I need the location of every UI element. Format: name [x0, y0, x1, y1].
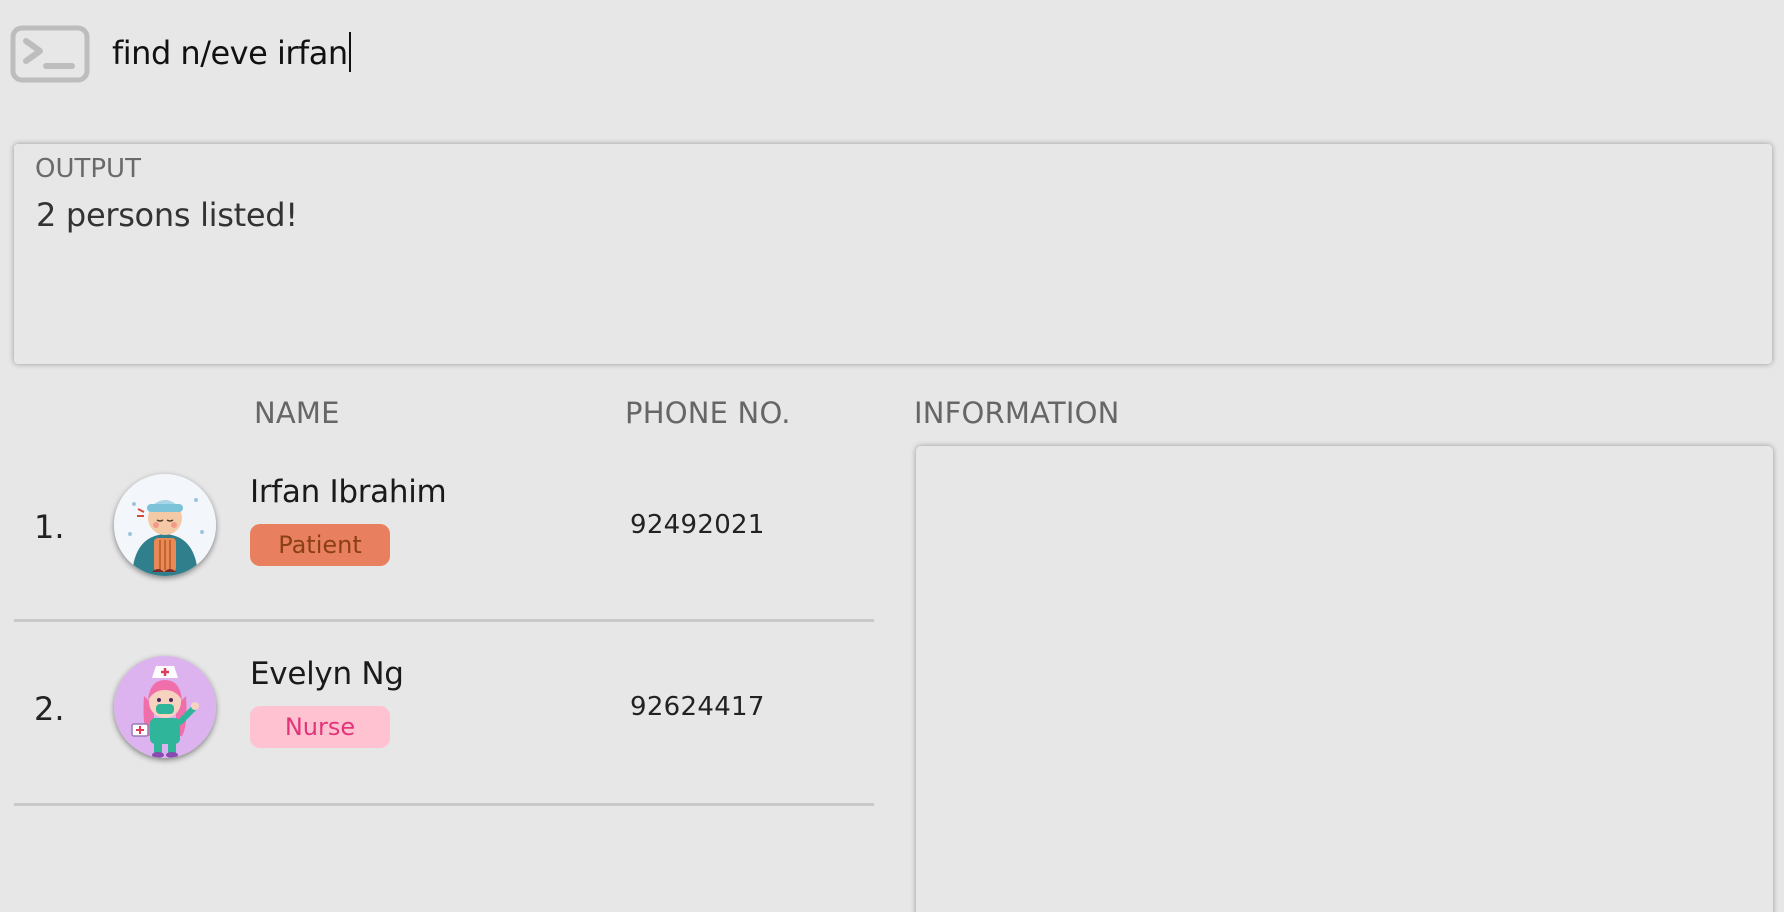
person-card[interactable]: 1. Irfan Ibrahim Patient 92492021: [14, 440, 874, 622]
app-window: find n/eve irfan OUTPUT 2 persons listed…: [0, 0, 1784, 912]
nurse-avatar-icon: [114, 656, 216, 758]
command-bar: find n/eve irfan: [0, 0, 1784, 110]
phone-column-header: PHONE NO.: [625, 396, 791, 430]
person-phone: 92492021: [630, 510, 765, 540]
role-tag: Patient: [250, 524, 390, 566]
information-header: INFORMATION: [914, 396, 1120, 430]
person-phone: 92624417: [630, 692, 765, 722]
patient-avatar-icon: [114, 474, 216, 576]
information-panel: [916, 446, 1773, 912]
person-index: 1.: [34, 508, 65, 546]
person-index: 2.: [34, 690, 65, 728]
text-caret: [348, 32, 351, 72]
output-message: 2 persons listed!: [36, 196, 298, 234]
person-list: 1. Irfan Ibrahim Patient 92492021 2. Eve…: [14, 440, 874, 806]
name-column-header: NAME: [254, 396, 340, 430]
person-name: Evelyn Ng: [250, 656, 404, 692]
role-tag: Nurse: [250, 706, 390, 748]
output-heading: OUTPUT: [35, 154, 141, 184]
person-name: Irfan Ibrahim: [250, 474, 447, 510]
command-input[interactable]: find n/eve irfan: [112, 32, 351, 72]
terminal-icon: [10, 25, 90, 83]
command-input-value: find n/eve irfan: [112, 34, 348, 72]
person-card[interactable]: 2. Evelyn Ng Nurse 92624417: [14, 622, 874, 806]
output-panel: OUTPUT 2 persons listed!: [14, 144, 1772, 364]
